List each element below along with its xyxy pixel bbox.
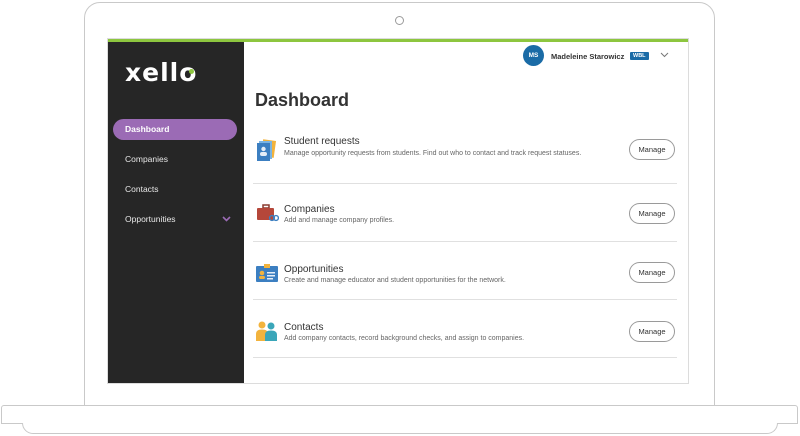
laptop-base-bottom: [22, 423, 778, 434]
manage-opportunities-button[interactable]: Manage: [629, 262, 675, 283]
app-screen: xello Dashboard Companies Contacts Oppor…: [107, 38, 689, 384]
chevron-down-icon[interactable]: [222, 209, 231, 238]
laptop-base: [1, 405, 798, 424]
row-description: Add company contacts, record background …: [284, 335, 525, 342]
row-description: Add and manage company profiles.: [284, 217, 395, 224]
user-name[interactable]: Madeleine Starowicz: [551, 52, 624, 61]
dashboard-row-opportunities: Opportunities Create and manage educator…: [253, 242, 677, 300]
avatar[interactable]: MS: [523, 45, 544, 66]
row-description: Create and manage educator and student o…: [284, 277, 506, 284]
user-menu-chevron-icon[interactable]: [660, 50, 669, 61]
row-title: Companies: [284, 204, 335, 215]
manage-student-requests-button[interactable]: Manage: [629, 139, 675, 160]
sidebar-item-opportunities[interactable]: Opportunities: [113, 209, 237, 230]
camera-icon: [395, 16, 404, 25]
manage-companies-button[interactable]: Manage: [629, 203, 675, 224]
sidebar-item-label: Contacts: [125, 184, 159, 194]
row-title: Student requests: [284, 136, 360, 147]
row-title: Contacts: [284, 322, 324, 333]
sidebar-item-label: Companies: [125, 154, 168, 164]
sidebar-item-label: Opportunities: [125, 214, 176, 224]
sidebar-item-companies[interactable]: Companies: [113, 149, 237, 170]
briefcase-icon: [255, 201, 280, 225]
sidebar-item-dashboard[interactable]: Dashboard: [113, 119, 237, 140]
sidebar-item-contacts[interactable]: Contacts: [113, 179, 237, 200]
page-title: Dashboard: [255, 90, 350, 110]
sidebar-item-label: Dashboard: [125, 124, 170, 134]
people-icon: [255, 319, 279, 343]
role-badge: WBL: [630, 52, 649, 60]
row-description: Manage opportunity requests from student…: [284, 150, 582, 157]
row-title: Opportunities: [284, 264, 344, 275]
dashboard-row-contacts: Contacts Add company contacts, record ba…: [253, 300, 677, 358]
id-card-icon: [255, 261, 279, 285]
manage-contacts-button[interactable]: Manage: [629, 321, 675, 342]
dashboard-row-student-requests: Student requests Manage opportunity requ…: [253, 126, 677, 184]
xello-logo[interactable]: xello: [125, 58, 197, 87]
dashboard-row-companies: Companies Add and manage company profile…: [253, 184, 677, 242]
student-requests-icon: [255, 138, 279, 162]
sidebar: xello Dashboard Companies Contacts Oppor…: [108, 42, 244, 383]
